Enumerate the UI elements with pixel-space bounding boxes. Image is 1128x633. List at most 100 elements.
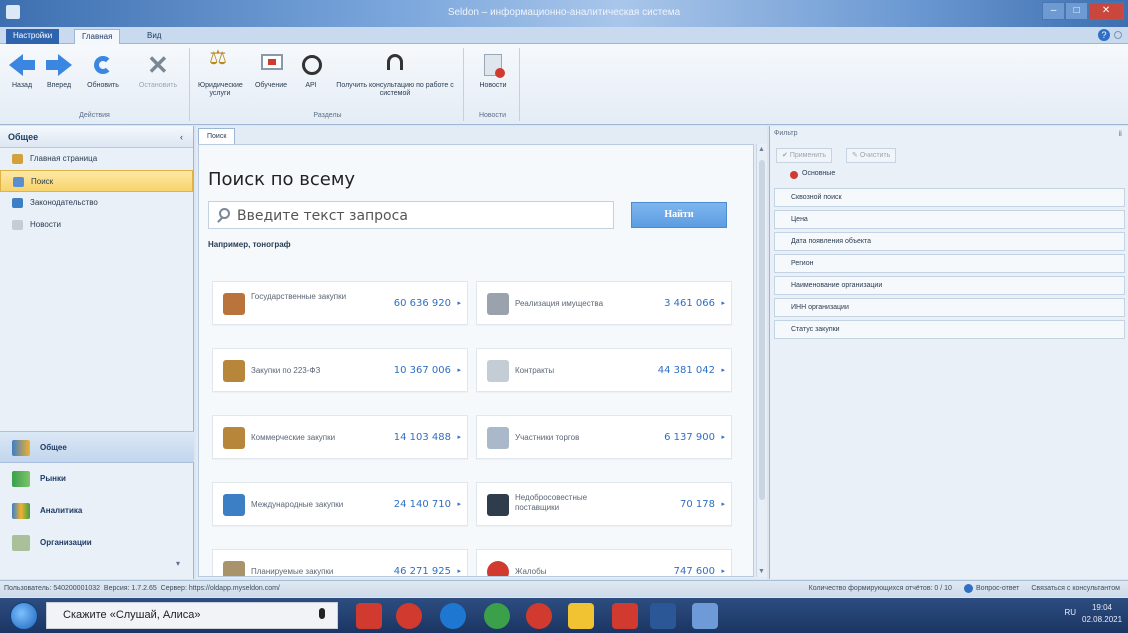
filter-row[interactable]: Сквозной поиск <box>774 188 1125 207</box>
headset-icon <box>382 52 408 78</box>
minimize-button[interactable]: – <box>1042 2 1066 20</box>
consultant-link[interactable]: Связаться с консультантом <box>1031 581 1120 597</box>
category-card[interactable]: Контракты 44 381 042 ▸ <box>476 348 732 392</box>
nav-general[interactable]: Общее <box>0 431 194 463</box>
category-label: Коммерческие закупки <box>251 433 336 442</box>
category-card[interactable]: Недобросовестные поставщики 70 178 ▸ <box>476 482 732 526</box>
taskbar-search[interactable]: Скажите «Слушай, Алиса» <box>46 602 338 629</box>
category-count[interactable]: 3 461 066 <box>664 298 715 309</box>
help-icon[interactable]: ? <box>1098 29 1110 41</box>
news-button[interactable]: Новости <box>472 52 514 90</box>
category-count[interactable]: 747 600 <box>674 566 715 576</box>
sidebar-item-news[interactable]: Новости <box>0 214 193 236</box>
search-example[interactable]: Например, тонограф <box>208 240 291 249</box>
scrollbar-thumb[interactable] <box>759 160 765 500</box>
scroll-up-icon[interactable]: ▲ <box>758 146 765 153</box>
edge-icon[interactable] <box>440 603 466 629</box>
tab-settings[interactable]: Настройки <box>6 29 60 44</box>
category-count[interactable]: 46 271 925 <box>394 566 451 576</box>
category-card[interactable]: Жалобы 747 600 ▸ <box>476 549 732 576</box>
sidebar-header: Общее ‹ <box>0 126 193 148</box>
filter-row[interactable]: Дата появления объекта <box>774 232 1125 251</box>
filter-row[interactable]: Наименование организации <box>774 276 1125 295</box>
category-count[interactable]: 44 381 042 <box>658 365 715 376</box>
nav-analytics[interactable]: Аналитика <box>0 495 194 527</box>
search-field[interactable] <box>208 201 614 229</box>
sidebar-item-legislation[interactable]: Законодательство <box>0 192 193 214</box>
category-card[interactable]: Международные закупки 24 140 710 ▸ <box>212 482 468 526</box>
category-card[interactable]: Планируемые закупки 46 271 925 ▸ <box>212 549 468 576</box>
ribbon-group-title: Новости <box>478 112 507 119</box>
reports-counter[interactable]: Количество формирующихся отчётов: 0 / 10 <box>809 581 952 597</box>
filter-basic-section[interactable]: Основные <box>790 170 835 179</box>
filter-row[interactable]: ИНН организации <box>774 298 1125 317</box>
expand-arrow-icon[interactable]: ▸ <box>457 567 461 575</box>
filter-row[interactable]: Статус закупки <box>774 320 1125 339</box>
expand-arrow-icon[interactable]: ▸ <box>721 299 725 307</box>
scroll-down-icon[interactable]: ▼ <box>758 568 765 575</box>
refresh-button[interactable]: Обновить <box>82 52 124 90</box>
legal-services-button[interactable]: ⚖ Юридические услуги <box>198 48 243 98</box>
nav-organizations[interactable]: Организации <box>0 527 194 559</box>
expand-arrow-icon[interactable]: ▸ <box>721 567 725 575</box>
category-label: Реализация имущества <box>515 299 604 308</box>
api-button[interactable]: API <box>296 52 326 90</box>
category-count[interactable]: 70 178 <box>680 499 715 510</box>
category-card[interactable]: Закупки по 223-ФЗ 10 367 006 ▸ <box>212 348 468 392</box>
sidebar-item-home[interactable]: Главная страница <box>0 148 193 170</box>
category-count[interactable]: 24 140 710 <box>394 499 451 510</box>
training-button[interactable]: Обучение <box>250 52 292 90</box>
category-card[interactable]: Коммерческие закупки 14 103 488 ▸ <box>212 415 468 459</box>
forward-button[interactable]: Вперед <box>42 52 76 90</box>
stop-button[interactable]: ✕ Остановить <box>130 52 186 90</box>
qa-link[interactable]: Вопрос-ответ <box>963 581 1019 597</box>
yandex-app-icon[interactable] <box>612 603 638 629</box>
find-button[interactable]: Найти <box>631 202 727 228</box>
tab-home[interactable]: Главная <box>74 29 121 44</box>
language-indicator[interactable]: RU <box>1064 608 1076 617</box>
category-card[interactable]: Реализация имущества 3 461 066 ▸ <box>476 281 732 325</box>
sidebar-item-search[interactable]: Поиск <box>0 170 193 192</box>
category-card[interactable]: Участники торгов 6 137 900 ▸ <box>476 415 732 459</box>
opera-icon[interactable] <box>396 603 422 629</box>
word-icon[interactable] <box>650 603 676 629</box>
category-count[interactable]: 60 636 920 <box>394 298 451 309</box>
clear-filter-button[interactable]: ✎ Очистить <box>846 148 897 163</box>
category-count[interactable]: 10 367 006 <box>394 365 451 376</box>
expand-arrow-icon[interactable]: ▸ <box>457 500 461 508</box>
vertical-scrollbar[interactable]: ▲ ▼ <box>756 144 767 577</box>
category-label: Жалобы <box>515 567 547 576</box>
category-count[interactable]: 14 103 488 <box>394 432 451 443</box>
category-count[interactable]: 6 137 900 <box>664 432 715 443</box>
consultation-button[interactable]: Получить консультацию по работе с систем… <box>332 52 458 98</box>
expand-arrow-icon[interactable]: ▸ <box>721 366 725 374</box>
expand-arrow-icon[interactable]: ▸ <box>457 299 461 307</box>
yandex-browser-icon[interactable] <box>526 603 552 629</box>
back-button[interactable]: Назад <box>6 52 38 90</box>
expand-arrow-icon[interactable]: ▸ <box>721 433 725 441</box>
close-button[interactable]: ✕ <box>1088 2 1124 20</box>
chrome-icon[interactable] <box>484 603 510 629</box>
file-explorer-icon[interactable] <box>568 603 594 629</box>
clock[interactable]: 19:04 02.08.2021 <box>1082 602 1122 626</box>
filter-row[interactable]: Регион <box>774 254 1125 273</box>
expand-arrow-icon[interactable]: ▸ <box>457 366 461 374</box>
tab-view[interactable]: Вид <box>140 29 168 44</box>
expand-arrow-icon[interactable]: ▸ <box>457 433 461 441</box>
maximize-button[interactable]: □ <box>1065 2 1089 20</box>
microphone-icon[interactable] <box>319 608 325 619</box>
more-chevron-icon[interactable]: ▾ <box>0 559 194 579</box>
category-card[interactable]: Государственные закупки 60 636 920 ▸ <box>212 281 468 325</box>
seldon-app-icon[interactable] <box>692 603 718 629</box>
filter-row[interactable]: Цена <box>774 210 1125 229</box>
collapse-icon[interactable]: ‹ <box>180 126 183 148</box>
apply-filter-button[interactable]: ✔ Применить <box>776 148 832 163</box>
tab-search-document[interactable]: Поиск <box>198 128 236 144</box>
ribbon-minimize-icon[interactable] <box>1114 31 1122 39</box>
expand-arrow-icon[interactable]: ▸ <box>721 500 725 508</box>
nav-markets[interactable]: Рынки <box>0 463 194 495</box>
search-input[interactable] <box>237 206 607 225</box>
pin-icon[interactable]: ⅱ <box>1119 130 1122 138</box>
start-button[interactable] <box>10 602 38 630</box>
media-app-icon[interactable] <box>356 603 382 629</box>
